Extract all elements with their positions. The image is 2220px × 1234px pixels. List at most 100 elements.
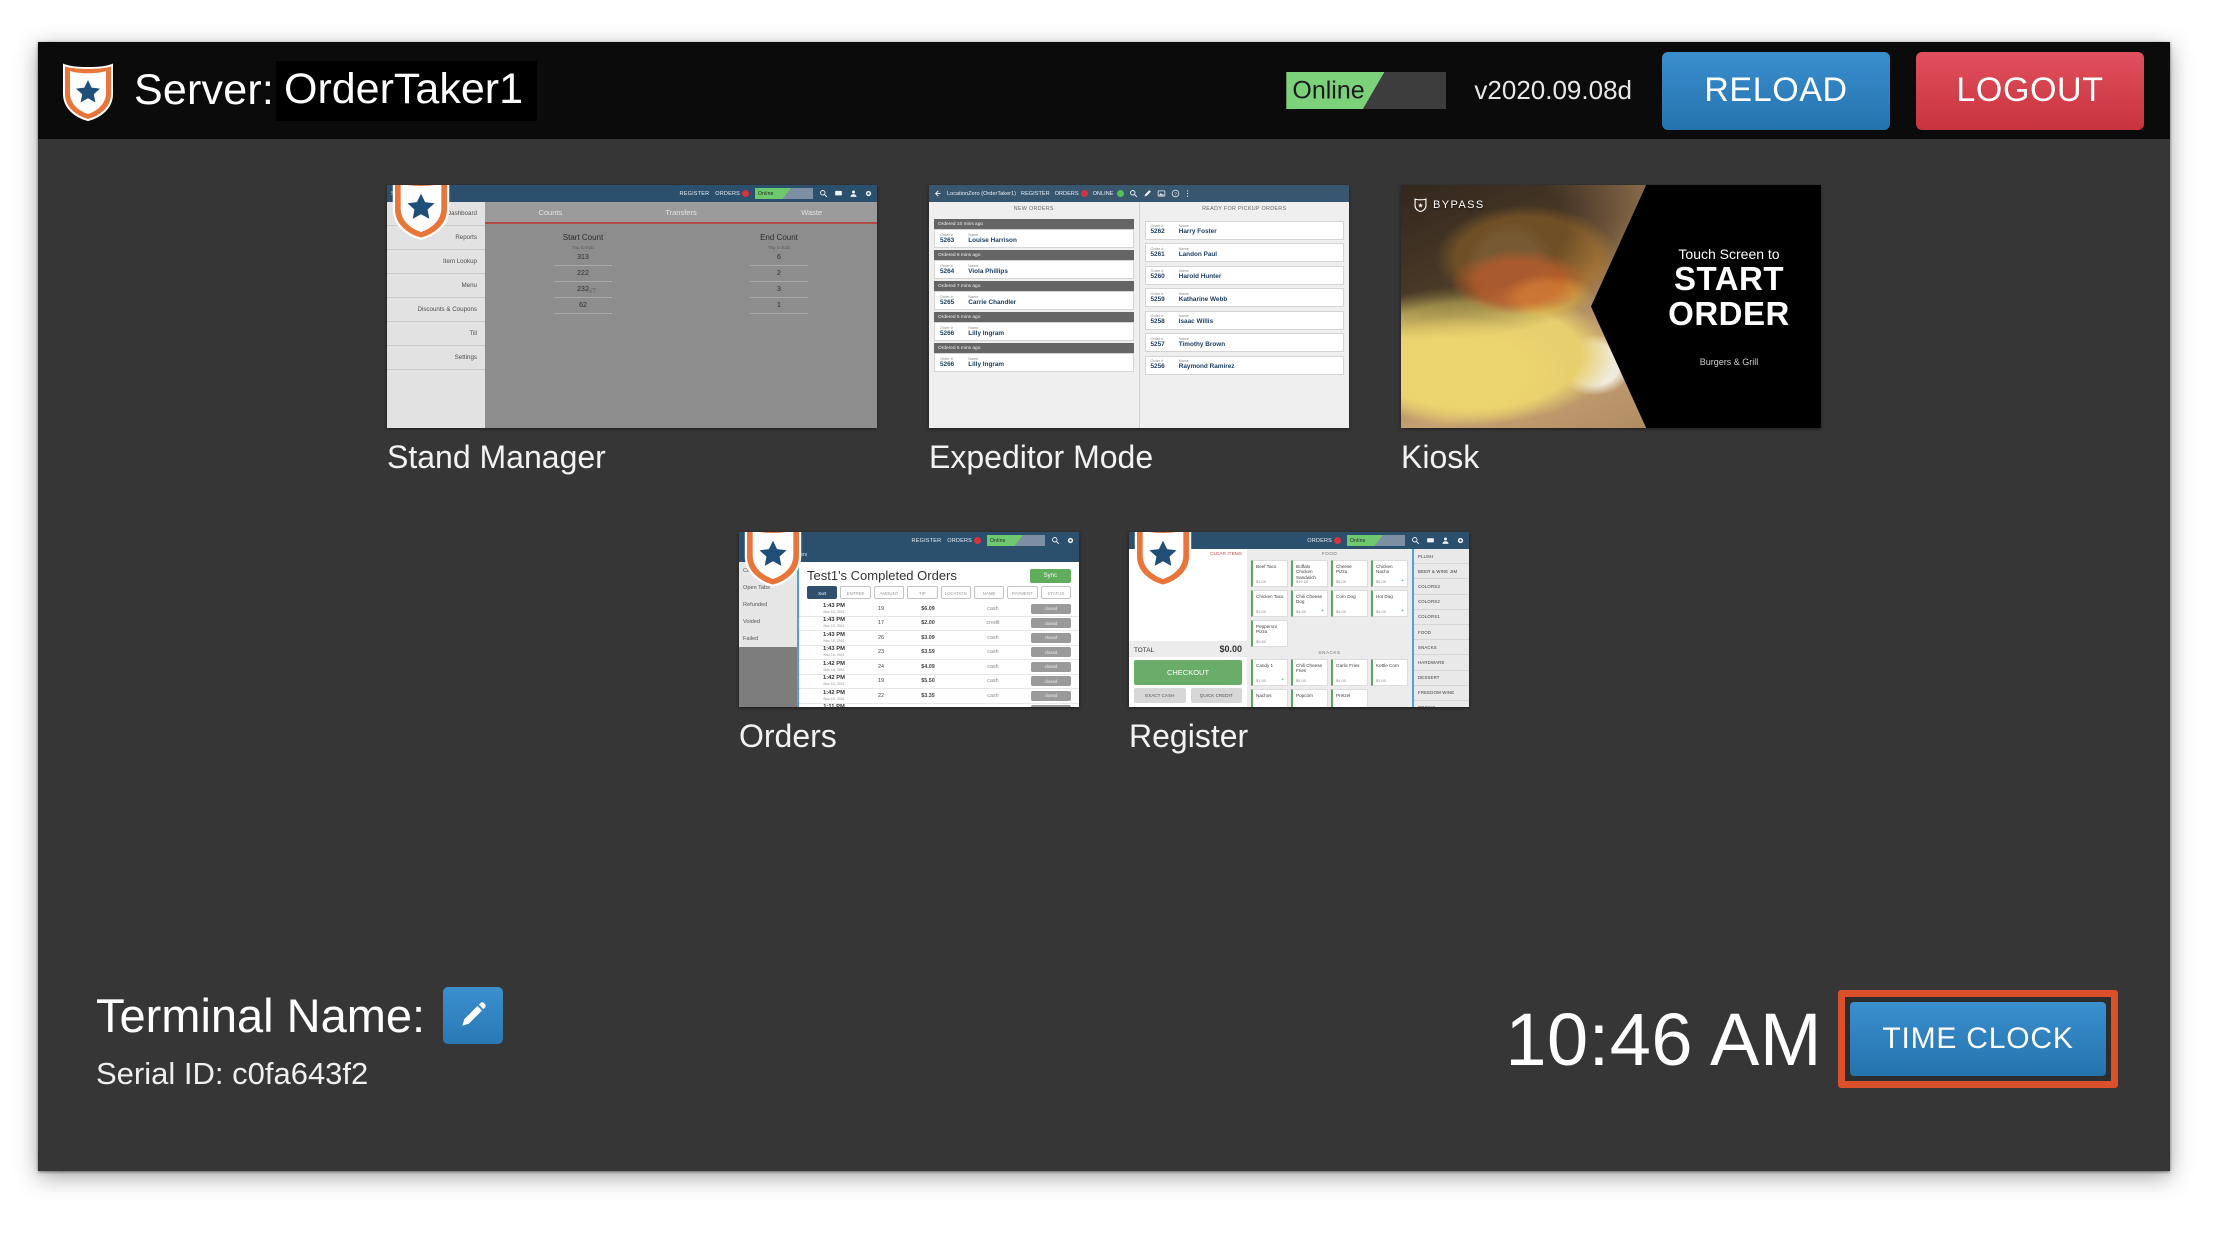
ex-order-label: Order # bbox=[1150, 336, 1164, 341]
ex-order-name: Carrie Chandler bbox=[968, 298, 1017, 306]
sm-preview-main: Counts Transfers Waste NT Start Count Ta… bbox=[485, 202, 877, 428]
reg-category: FOOD bbox=[1414, 625, 1469, 641]
ord-preview-sidebar: Comp Open Tabs Refunded Voided Failed bbox=[739, 562, 799, 707]
ord-cell-amount: $6.09 bbox=[921, 605, 935, 612]
search-icon bbox=[820, 190, 828, 198]
tile-kiosk[interactable]: BYPASS Touch Screen to START ORDER Burge… bbox=[1401, 185, 1821, 476]
ord-sidebar-item: Comp bbox=[743, 567, 758, 574]
reg-category: DESSERT bbox=[1414, 671, 1469, 686]
ex-order-number: 5256 bbox=[1150, 363, 1165, 370]
sm-col-sub: Tap to Edit bbox=[768, 245, 790, 250]
table-row: 1:42 PM Nov 10, 2011 24 $4.09 cash closed bbox=[799, 660, 1079, 675]
reg-menu-panel: FOOD Beef Taco $3.00 Buffalo Chicken Sand… bbox=[1247, 549, 1412, 707]
status-badge: closed bbox=[1031, 632, 1071, 643]
ord-cell-payment: cash bbox=[987, 605, 999, 612]
ex-order-group: Ordered 5 mins ago Order #5266 Name Lilly… bbox=[934, 312, 1134, 341]
table-row: 1:43 PM Nov 10, 2011 17 $2.00 credit clos… bbox=[799, 617, 1079, 631]
sm-preview-title: Stand Manager bbox=[391, 190, 432, 197]
ord-preview-register: REGISTER bbox=[911, 537, 942, 544]
sm-preview-topbar: Stand Manager REGISTER ORDERS Online bbox=[387, 185, 877, 202]
reg-grid-filler bbox=[1331, 620, 1368, 647]
serial-id-row: Serial ID: c0fa643f2 bbox=[96, 1056, 503, 1092]
logout-button[interactable]: LOGOUT bbox=[1916, 51, 2144, 130]
ex-order-label: Order # bbox=[1150, 291, 1164, 296]
ex-order-card: Order #5262 Name Harry Foster bbox=[1144, 220, 1344, 240]
reg-menu-item: Beef Taco $3.00 bbox=[1251, 560, 1288, 587]
reg-menu-item: Candy 1 $1.50 + bbox=[1251, 659, 1288, 686]
ex-preview-columns: NEW ORDERS Ordered 10 mins ago Order #52… bbox=[929, 202, 1349, 428]
reload-button[interactable]: RELOAD bbox=[1662, 51, 1890, 130]
tile-stand-manager[interactable]: Stand Manager REGISTER ORDERS Online Das… bbox=[387, 185, 877, 476]
reg-preview-body: CLEAR ITEMS TOTAL $0.00 CHECKOUT EXACT C… bbox=[1129, 549, 1469, 707]
ex-preview-title: LocationZero (OrderTaker1) bbox=[947, 190, 1017, 197]
reg-category: SNACKS bbox=[1414, 640, 1469, 656]
ex-preview-topbar: LocationZero (OrderTaker1) REGISTER ORDE… bbox=[929, 185, 1349, 202]
tile-expeditor-mode[interactable]: LocationZero (OrderTaker1) REGISTER ORDE… bbox=[929, 185, 1349, 476]
sm-sidebar-item: Reports bbox=[387, 226, 485, 250]
tile-orders[interactable]: Orders REGISTER ORDERS Online Test1's Or… bbox=[739, 532, 1079, 755]
ord-filter: ENTREE bbox=[840, 586, 871, 599]
reg-category: FREEDOM WINE bbox=[1414, 686, 1469, 701]
connection-status-badge: Online bbox=[1286, 72, 1447, 109]
reg-menu-item: Popcorn$3.00 bbox=[1291, 689, 1328, 707]
reg-total-row: TOTAL $0.00 bbox=[1129, 641, 1247, 657]
reg-menu-item: Chili Cheese Dog $4.50 + bbox=[1291, 590, 1328, 617]
reg-menu-item: Cheese Pizza $5.00 bbox=[1331, 560, 1368, 587]
sm-sidebar-item: Dashboard bbox=[387, 202, 485, 226]
ex-order-card: Order #5264 Name Viola Phillips bbox=[934, 260, 1134, 279]
ord-cell-number: 19 bbox=[878, 605, 884, 612]
sm-col-value: 3 bbox=[750, 282, 808, 298]
ex-order-number: 5264 bbox=[940, 267, 955, 275]
ord-preview-breadcrumb: Test1's Orders bbox=[739, 549, 1079, 562]
kiosk-cta-order: ORDER bbox=[1668, 294, 1790, 332]
ord-filter: NAME bbox=[973, 586, 1005, 599]
reg-quick-credit-button: QUICK CREDIT bbox=[1190, 688, 1242, 703]
ord-filter: LOCATION bbox=[940, 586, 971, 599]
server-label: Server: bbox=[134, 66, 274, 114]
ex-order-name: Lilly Ingram bbox=[968, 360, 1005, 368]
ex-order-number: 5260 bbox=[1150, 273, 1165, 280]
edit-terminal-name-button[interactable] bbox=[443, 986, 504, 1044]
ord-preview-online-pill: Online bbox=[987, 535, 1045, 546]
tile-row-2: Orders REGISTER ORDERS Online Test1's Or… bbox=[38, 532, 2170, 755]
status-badge: closed bbox=[1031, 618, 1071, 629]
svg-text:?: ? bbox=[1174, 191, 1177, 197]
ex-new-order-list: Ordered 10 mins ago Order #5263 Name Loui… bbox=[929, 219, 1139, 372]
tile-register[interactable]: Register ORDERS Online CLEAR ITEMS TOTAL… bbox=[1129, 532, 1469, 755]
reg-menu-item: Chicken Nacho $5.00 + bbox=[1371, 560, 1408, 587]
ord-cell-payment: cash bbox=[987, 663, 999, 670]
reg-category: PLUSH bbox=[1414, 549, 1469, 565]
sm-col-value: 2 bbox=[750, 266, 808, 282]
tile-row-1: Stand Manager REGISTER ORDERS Online Das… bbox=[38, 185, 2170, 476]
reg-grid-filler bbox=[1371, 620, 1408, 647]
sm-tab: Waste bbox=[801, 208, 823, 217]
sm-count-column: End Count Tap to Edit 6 2 3 1 bbox=[681, 233, 877, 314]
ord-cell-amount: $2.00 bbox=[921, 620, 935, 627]
serial-id-label: Serial ID: bbox=[96, 1055, 224, 1091]
ex-order-label: Order # bbox=[940, 294, 953, 299]
sm-sidebar-item: Till bbox=[387, 322, 485, 346]
ord-filter: STATUS bbox=[1040, 586, 1071, 599]
sm-tab: Counts bbox=[538, 208, 563, 217]
sm-col-sub: Tap to Edit bbox=[572, 245, 594, 250]
ex-order-card: Order #5266 Name Lilly Ingram bbox=[934, 322, 1134, 341]
version-label: v2020.09.08d bbox=[1474, 75, 1632, 105]
ex-order-time: Ordered 5 mins ago bbox=[934, 312, 1134, 322]
reg-category-list: PLUSH BEER & WINE JIM COLORS3 COLORS2 CO… bbox=[1412, 549, 1469, 707]
current-time: 10:46 AM bbox=[1505, 997, 1822, 1081]
ord-preview-body: Comp Open Tabs Refunded Voided Failed Te… bbox=[739, 562, 1079, 707]
tile-label-kiosk: Kiosk bbox=[1401, 439, 1480, 475]
reg-category: COLORS2 bbox=[1414, 595, 1469, 610]
ex-order-time: Ordered 7 mins ago bbox=[934, 281, 1134, 291]
chat-icon bbox=[835, 190, 842, 196]
reg-category: COLORS1 bbox=[1414, 610, 1469, 625]
reg-grid-filler bbox=[1291, 620, 1328, 647]
time-clock-button[interactable]: TIME CLOCK bbox=[1850, 1002, 2106, 1076]
ex-ready-order-list: Order #5262 Name Harry Foster Order #5261… bbox=[1140, 220, 1350, 375]
pencil-icon bbox=[1144, 190, 1151, 197]
ord-filter: AMOUNT bbox=[873, 586, 905, 599]
screen-root: Server: OrderTaker1 Online v2020.09.08d … bbox=[0, 0, 2220, 1234]
ord-sidebar-item: Failed bbox=[743, 635, 759, 642]
ord-cell-number: 24 bbox=[878, 663, 884, 670]
ord-cell-time: 1:43 PM Nov 10, 2011 bbox=[823, 602, 845, 614]
